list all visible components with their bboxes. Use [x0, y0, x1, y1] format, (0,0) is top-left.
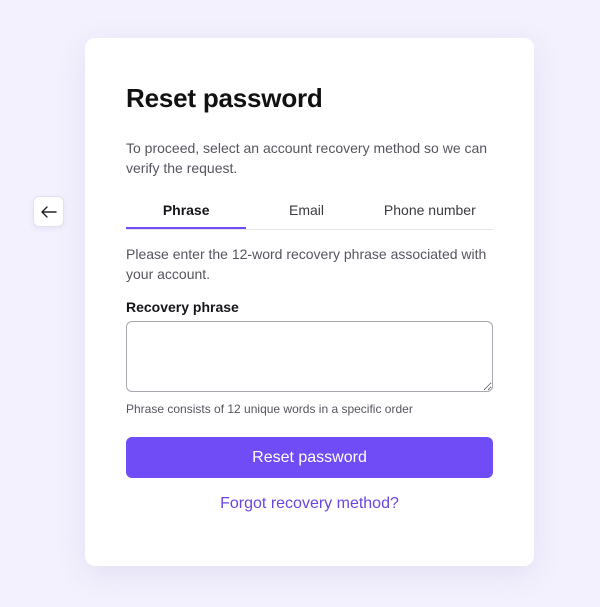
tab-phone-number[interactable]: Phone number: [367, 197, 493, 229]
phrase-hint: Phrase consists of 12 unique words in a …: [126, 402, 413, 416]
arrow-left-icon: [40, 205, 57, 218]
recovery-phrase-input[interactable]: [126, 321, 493, 392]
recovery-phrase-label: Recovery phrase: [126, 299, 239, 315]
page-title: Reset password: [126, 83, 323, 113]
intro-text: To proceed, select an account recovery m…: [126, 140, 488, 176]
back-button[interactable]: [33, 196, 64, 227]
tab-phrase[interactable]: Phrase: [126, 197, 247, 229]
reset-password-button[interactable]: Reset password: [126, 437, 493, 478]
recovery-method-tabs: Phrase Email Phone number: [126, 197, 493, 230]
tab-description: Please enter the 12-word recovery phrase…: [126, 246, 487, 282]
reset-password-card: Reset password To proceed, select an acc…: [85, 38, 534, 566]
tab-email[interactable]: Email: [246, 197, 366, 229]
forgot-recovery-method-link[interactable]: Forgot recovery method?: [126, 495, 493, 513]
